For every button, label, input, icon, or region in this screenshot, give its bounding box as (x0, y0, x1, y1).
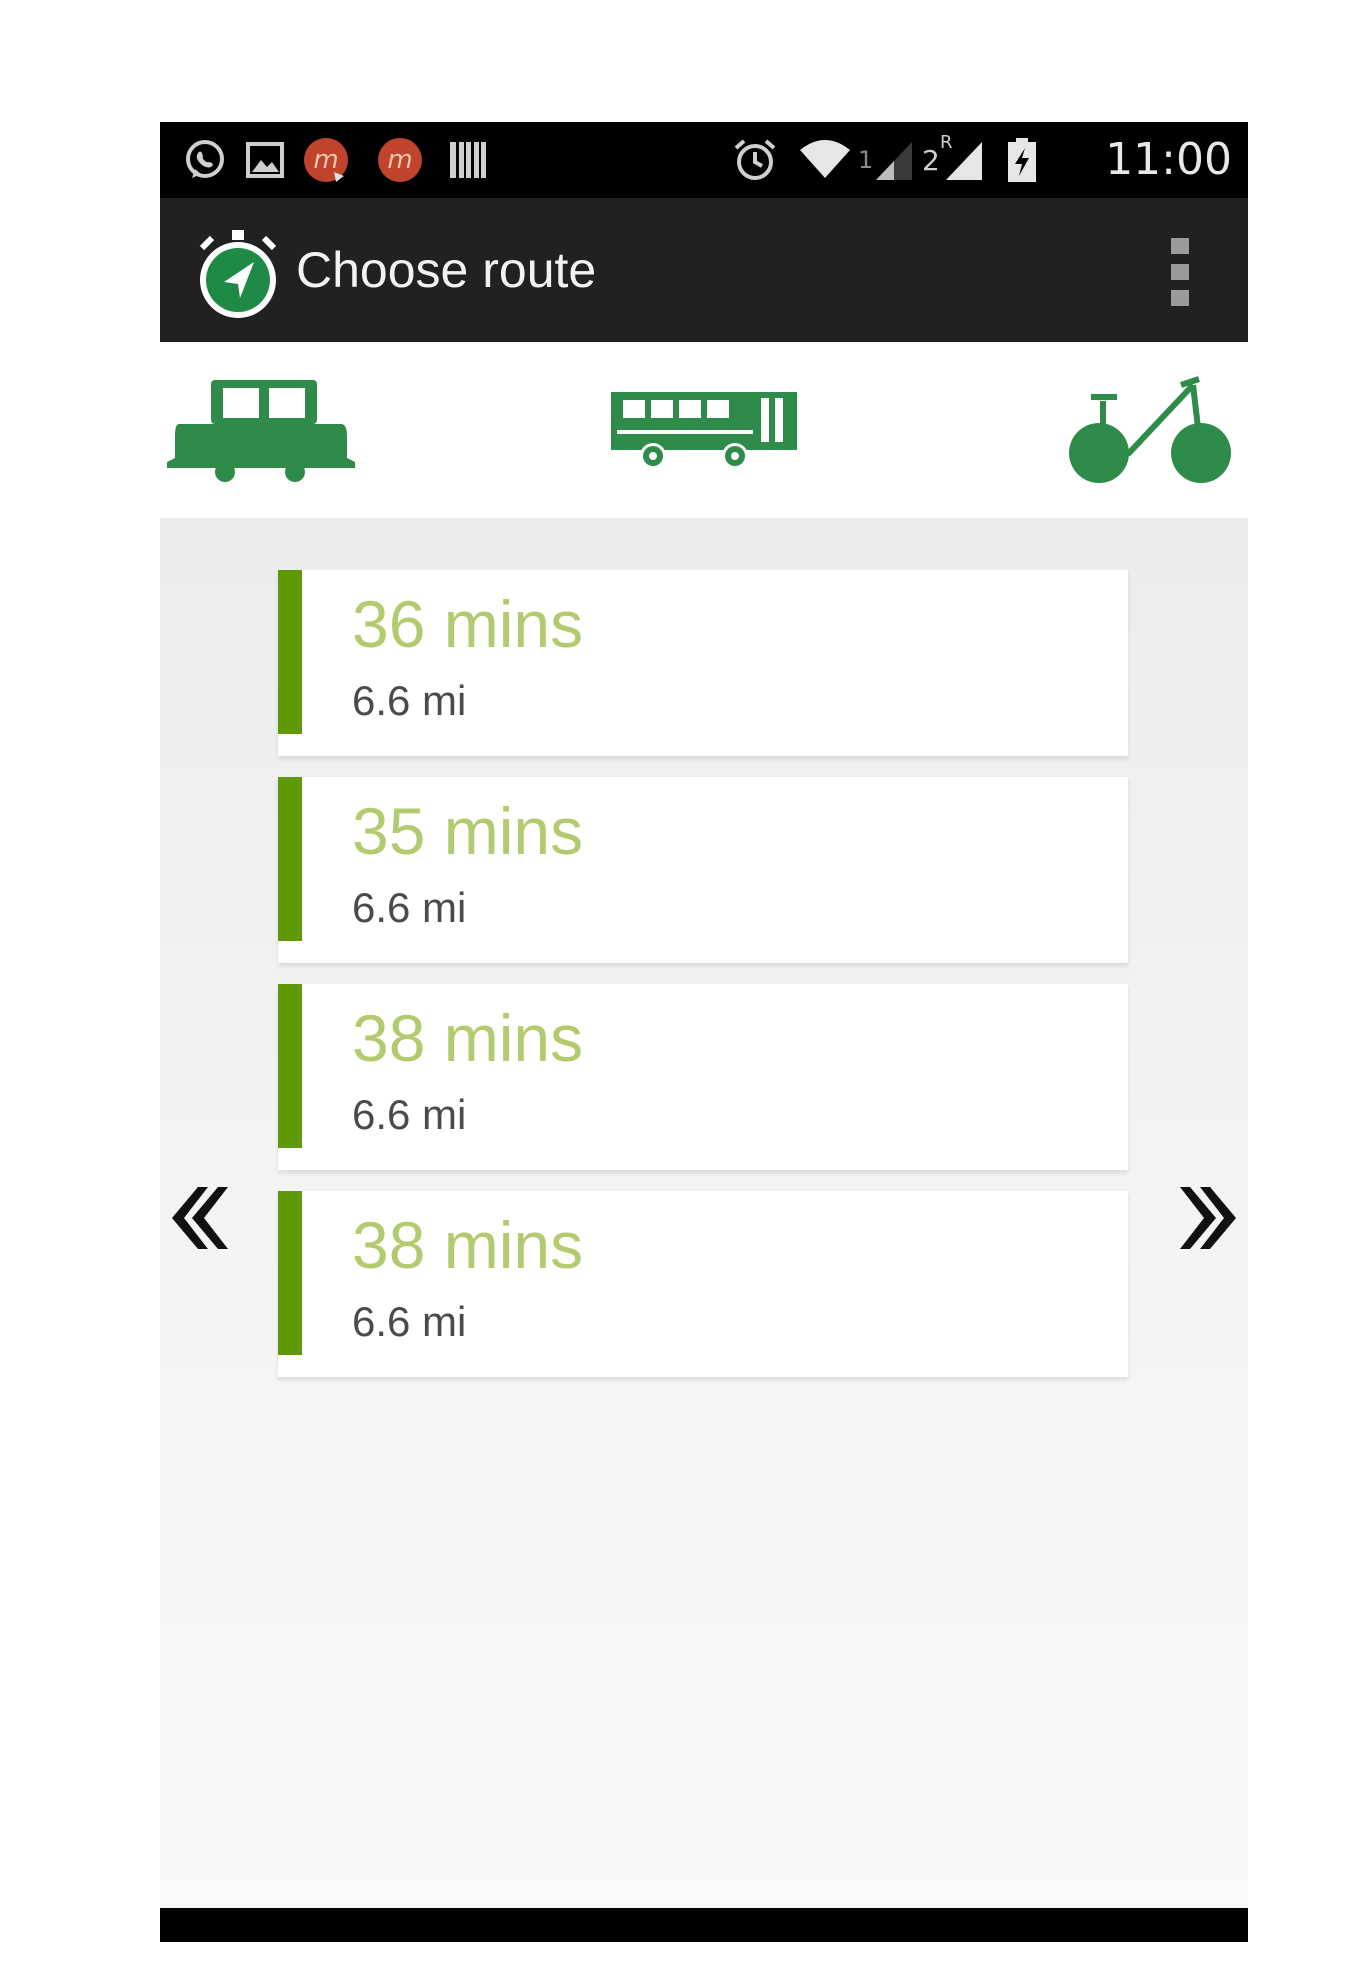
route-distance: 6.6 mi (352, 884, 467, 931)
route-distance: 6.6 mi (352, 1091, 467, 1138)
status-bar: m m 1 2 R 11:00 (160, 122, 1248, 198)
page-title: Choose route (296, 242, 597, 298)
route-time: 38 mins (352, 1001, 584, 1075)
alarm-icon (734, 139, 776, 180)
previous-page-button[interactable] (166, 1178, 232, 1258)
double-chevron-left-icon (172, 1187, 228, 1249)
battery-charging-icon (1008, 138, 1036, 182)
sim1-label: 1 (858, 146, 874, 174)
phone-screen: m m 1 2 R 11:00 Choose route 36 mins 6.6… (160, 122, 1248, 1942)
tab-bus[interactable] (604, 342, 804, 518)
tab-bike[interactable] (1050, 342, 1248, 518)
route-time: 36 mins (352, 587, 584, 661)
route-content: 36 mins 6.6 mi 35 mins 6.6 mi 38 mins 6.… (160, 518, 1248, 1908)
app-m-icon: m (304, 138, 348, 182)
bicycle-icon (1069, 376, 1231, 483)
route-card[interactable]: 35 mins 6.6 mi (278, 777, 1128, 963)
route-accent-bar (278, 777, 302, 941)
route-list: 36 mins 6.6 mi 35 mins 6.6 mi 38 mins 6.… (278, 570, 1128, 1398)
route-time: 38 mins (352, 1208, 584, 1282)
route-card[interactable]: 38 mins 6.6 mi (278, 984, 1128, 1170)
route-distance: 6.6 mi (352, 677, 467, 724)
image-icon (246, 142, 284, 178)
route-accent-bar (278, 1191, 302, 1355)
car-icon (167, 380, 355, 482)
sim2-label: 2 (922, 144, 940, 177)
stopwatch-navigation-icon[interactable] (194, 226, 282, 322)
svg-text:m: m (313, 145, 338, 175)
action-bar: Choose route (160, 198, 1248, 342)
signal-icon (946, 142, 982, 180)
route-distance: 6.6 mi (352, 1298, 467, 1345)
next-page-button[interactable] (1176, 1178, 1242, 1258)
signal-icon (876, 142, 912, 180)
app-m-icon: m (378, 138, 422, 182)
svg-text:m: m (387, 145, 412, 175)
whatsapp-icon (186, 140, 224, 178)
route-accent-bar (278, 984, 302, 1148)
status-time: 11:00 (1105, 134, 1232, 185)
navigation-bar (160, 1908, 1248, 1942)
route-time: 35 mins (352, 794, 584, 868)
route-accent-bar (278, 570, 302, 734)
transport-mode-bar (160, 342, 1248, 518)
route-card[interactable]: 38 mins 6.6 mi (278, 1191, 1128, 1377)
tab-car[interactable] (160, 342, 360, 518)
wifi-icon (800, 140, 850, 178)
barcode-icon (450, 142, 486, 178)
overflow-menu-icon[interactable] (1168, 238, 1192, 306)
double-chevron-right-icon (1180, 1187, 1236, 1249)
route-card[interactable]: 36 mins 6.6 mi (278, 570, 1128, 756)
bus-icon (611, 392, 797, 469)
